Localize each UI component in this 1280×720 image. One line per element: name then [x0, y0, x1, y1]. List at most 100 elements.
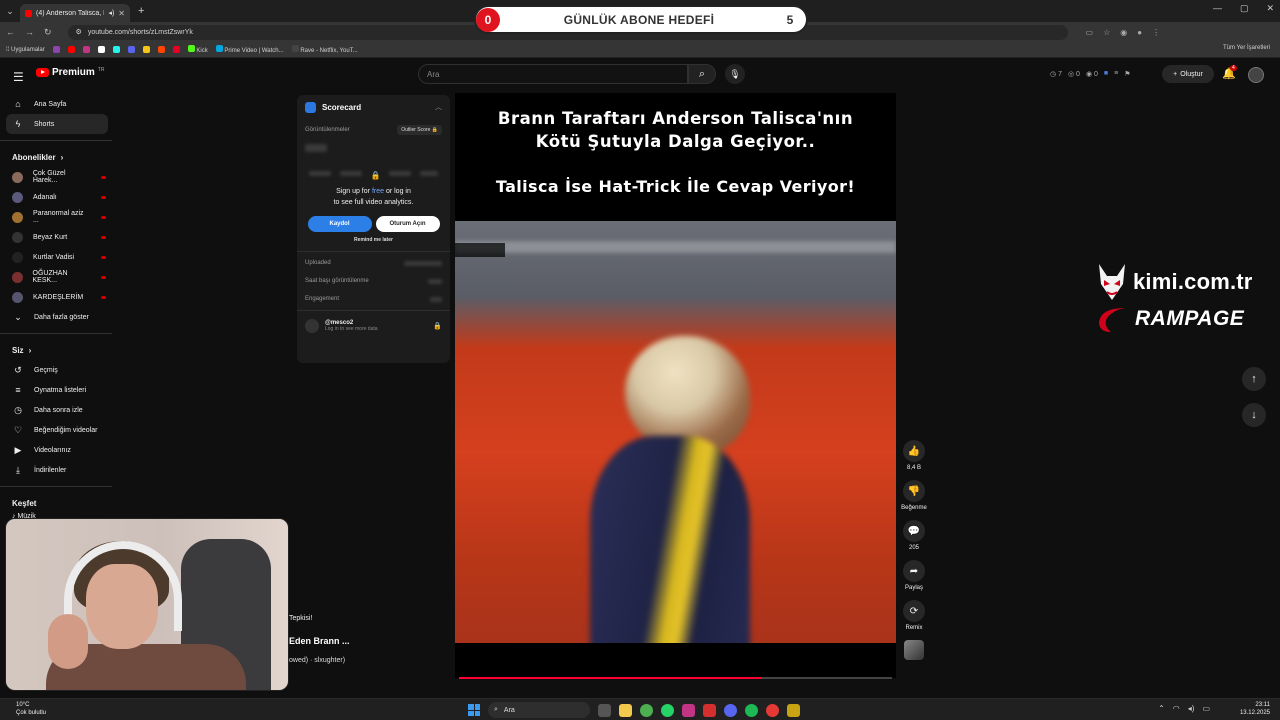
bookmark-youtube-icon[interactable] — [67, 46, 75, 53]
bookmark-rave[interactable]: Rave - Netflix, YouT... — [291, 45, 358, 54]
wifi-icon[interactable]: ◠ — [1173, 704, 1180, 713]
video-progress-bar[interactable] — [459, 677, 892, 679]
back-icon[interactable]: ← — [6, 27, 15, 37]
sidebar-sub-item[interactable]: KARDEŞLERİM — [0, 287, 120, 307]
bookmark-discord-icon[interactable] — [127, 46, 135, 53]
battery-icon[interactable]: ▭ — [1202, 704, 1210, 713]
show-more-button[interactable]: ⌄ Daha fazla göster — [0, 307, 120, 327]
sidebar-item-history[interactable]: ↺ Geçmiş — [0, 360, 120, 380]
whatsapp-icon[interactable] — [661, 703, 674, 717]
extension-icon[interactable]: ■ — [1104, 70, 1108, 78]
dislike-button[interactable]: 👎 — [903, 480, 925, 502]
sidebar-item-downloads[interactable]: ⤓ İndirilenler — [0, 460, 120, 480]
cast-icon[interactable]: ▭ — [1086, 28, 1094, 37]
register-button[interactable]: Kaydol — [307, 216, 372, 232]
bookmark-twitch-icon[interactable] — [52, 46, 60, 53]
collapse-chevron-icon[interactable]: ︿ — [435, 102, 442, 112]
file-explorer-icon[interactable] — [619, 703, 632, 717]
taskbar-clock[interactable]: 23:11 13.12.2025 — [1240, 701, 1270, 717]
flag-icon[interactable]: ⚑ — [1124, 70, 1130, 78]
sidebar-item-home[interactable]: ⌂ Ana Sayfa — [0, 94, 120, 114]
sidebar-sub-item[interactable]: Adanalı — [0, 187, 120, 207]
search-input[interactable]: Ara — [418, 64, 688, 84]
instagram-icon[interactable] — [682, 703, 695, 717]
remix-button[interactable]: ⟳ — [903, 600, 925, 622]
new-tab-button[interactable]: + — [138, 5, 144, 17]
create-button[interactable]: + Oluştur — [1162, 65, 1214, 83]
tab-audio-icon[interactable]: ◂) — [108, 9, 114, 17]
discord-icon[interactable] — [724, 703, 737, 717]
browser-tab[interactable]: (4) Anderson Talisca, Kend ◂) ✕ — [20, 4, 130, 22]
maximize-icon[interactable]: ▢ — [1240, 3, 1249, 14]
previous-short-button[interactable]: ↑ — [1242, 367, 1266, 391]
task-view-icon[interactable] — [598, 703, 611, 717]
share-button[interactable]: ➦ — [903, 560, 925, 582]
tab-close-icon[interactable]: ✕ — [118, 9, 125, 18]
account-avatar[interactable] — [1248, 67, 1264, 83]
tab-search-icon[interactable]: ⌄ — [0, 0, 20, 22]
sidebar-sub-item[interactable]: Paranormal aziz ... — [0, 207, 120, 227]
sidebar-item-shorts[interactable]: ϟ Shorts — [6, 114, 108, 134]
profile-icon[interactable]: ● — [1137, 28, 1142, 37]
chrome-icon[interactable] — [640, 703, 653, 717]
sidebar-item-playlists[interactable]: ≡ Oynatma listeleri — [0, 380, 120, 400]
bookmark-tiktok-icon[interactable] — [112, 46, 120, 53]
shorts-actions: 👍 8,4 B 👎 Beğenme 💬 205 ➦ Paylaş ⟳ Remix — [898, 440, 930, 660]
comment-button[interactable]: 💬 — [903, 520, 925, 542]
site-info-icon[interactable]: ⚙ — [76, 28, 82, 36]
all-bookmarks-link[interactable]: Tüm Yer İşaretleri — [1223, 45, 1270, 51]
stats-list-icon[interactable]: ≡ — [1114, 70, 1118, 78]
search-button[interactable]: ⌕ — [688, 64, 716, 84]
outlier-score-badge[interactable]: Outlier Score 🔒 — [397, 125, 442, 135]
menu-dots-icon[interactable]: ⋮ — [1152, 28, 1160, 37]
comment-count: 205 — [908, 545, 919, 551]
sidebar-item-liked[interactable]: ♡ Beğendiğim videolar — [0, 420, 120, 440]
scorecard-header[interactable]: Scorecard ︿ — [297, 95, 450, 119]
extension-icon[interactable]: ◉ — [1120, 28, 1127, 37]
voice-search-icon[interactable]: 🎙 — [725, 64, 745, 84]
scorecard-user-row[interactable]: @mesco2 Log in to see more data 🔒 — [297, 319, 450, 333]
like-button[interactable]: 👍 — [903, 440, 925, 462]
reload-icon[interactable]: ↻ — [44, 27, 52, 38]
spotify-icon[interactable] — [745, 703, 758, 717]
minimize-icon[interactable]: — — [1213, 3, 1222, 14]
sidebar-sub-item[interactable]: Çok Güzel Harek... — [0, 167, 120, 187]
bookmark-kick[interactable]: Kick — [187, 45, 208, 54]
bookmark-imdb-icon[interactable] — [142, 46, 150, 53]
remind-later-link[interactable]: Remind me later — [297, 237, 450, 243]
volume-icon[interactable]: ◂) — [1188, 704, 1195, 713]
channel-avatar — [12, 171, 23, 183]
bookmark-instagram-icon[interactable] — [82, 46, 90, 53]
app-icon[interactable] — [703, 703, 716, 717]
youtube-premium-logo[interactable]: Premium TR — [36, 67, 104, 78]
bookmark-prime[interactable]: Prime Video | Watch... — [215, 45, 284, 54]
sidebar-sub-item[interactable]: Beyaz Kurt — [0, 227, 120, 247]
bookmark-apps[interactable]: ⁞⁞ Uygulamalar — [6, 47, 45, 53]
sound-thumbnail[interactable] — [904, 640, 924, 660]
bookmark-x-icon[interactable] — [97, 46, 105, 53]
subscriptions-heading[interactable]: Abonelikler › — [0, 147, 120, 167]
close-window-icon[interactable]: ✕ — [1266, 3, 1274, 14]
taskbar-search[interactable]: ⌕ Ara — [488, 702, 590, 718]
league-icon[interactable] — [787, 703, 800, 717]
login-button[interactable]: Oturum Açın — [375, 216, 440, 232]
bookmark-pinterest-icon[interactable] — [172, 46, 180, 53]
sidebar-item-your-videos[interactable]: ▶ Videolarınız — [0, 440, 120, 460]
start-icon[interactable] — [468, 704, 480, 716]
bookmark-reddit-icon[interactable] — [157, 46, 165, 53]
forward-icon[interactable]: → — [25, 27, 34, 37]
weather-widget[interactable]: 10°C Çok bulutlu — [16, 701, 46, 717]
obs-icon[interactable] — [766, 703, 779, 717]
next-short-button[interactable]: ↓ — [1242, 403, 1266, 427]
bookmark-star-icon[interactable]: ☆ — [1103, 28, 1110, 37]
you-heading[interactable]: Siz › — [0, 340, 120, 360]
tray-expand-icon[interactable]: ⌃ — [1158, 704, 1165, 713]
taskbar-apps: ⌕ Ara — [468, 702, 800, 718]
shorts-video-player[interactable]: Brann Taraftarı Anderson Talisca'nın Köt… — [455, 93, 896, 678]
menu-hamburger-icon[interactable]: ☰ — [13, 70, 24, 84]
sidebar-sub-item[interactable]: Kurtlar Vadisi — [0, 247, 120, 267]
sidebar-item-watch-later[interactable]: ◷ Daha sonra izle — [0, 400, 120, 420]
related-video-title[interactable]: Eden Brann ... — [289, 636, 350, 646]
sidebar-sub-item[interactable]: OĞUZHAN KESK... — [0, 267, 120, 287]
streamer-webcam — [5, 518, 289, 691]
